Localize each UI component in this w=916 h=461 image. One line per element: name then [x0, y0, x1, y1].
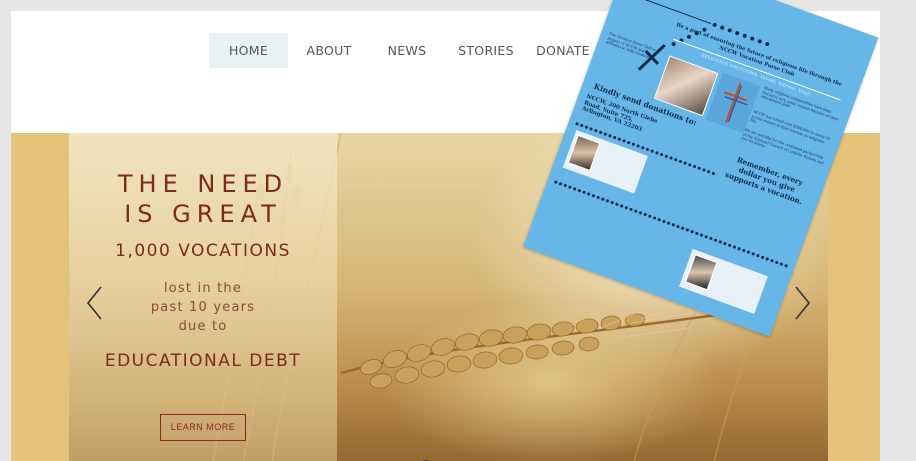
nav-donate[interactable]: DONATE	[533, 33, 593, 68]
nav-about[interactable]: ABOUT	[299, 33, 359, 68]
lost-line-1: lost in the	[163, 281, 243, 296]
learn-more-button[interactable]: LEARN MORE	[160, 414, 246, 441]
headline-line-2: IS GREAT	[124, 200, 282, 228]
hero-right-band	[828, 133, 880, 461]
nav-home[interactable]: HOME	[209, 33, 288, 68]
hero-left-band	[11, 133, 69, 461]
chevron-left-icon[interactable]	[83, 283, 107, 323]
headline: THE NEED IS GREAT	[69, 169, 337, 229]
nav-stories[interactable]: STORIES	[455, 33, 517, 68]
lost-text: lost in the past 10 years due to	[69, 279, 337, 336]
headline-line-1: THE NEED	[117, 170, 289, 198]
vocations-count: 1,000 VOCATIONS	[115, 241, 291, 261]
chevron-right-icon[interactable]	[790, 283, 814, 323]
lost-line-2: past 10 years	[150, 300, 256, 315]
lost-line-3: due to	[178, 319, 228, 334]
nav-news[interactable]: NEWS	[377, 33, 437, 68]
educational-debt: EDUCATIONAL DEBT	[104, 351, 302, 371]
